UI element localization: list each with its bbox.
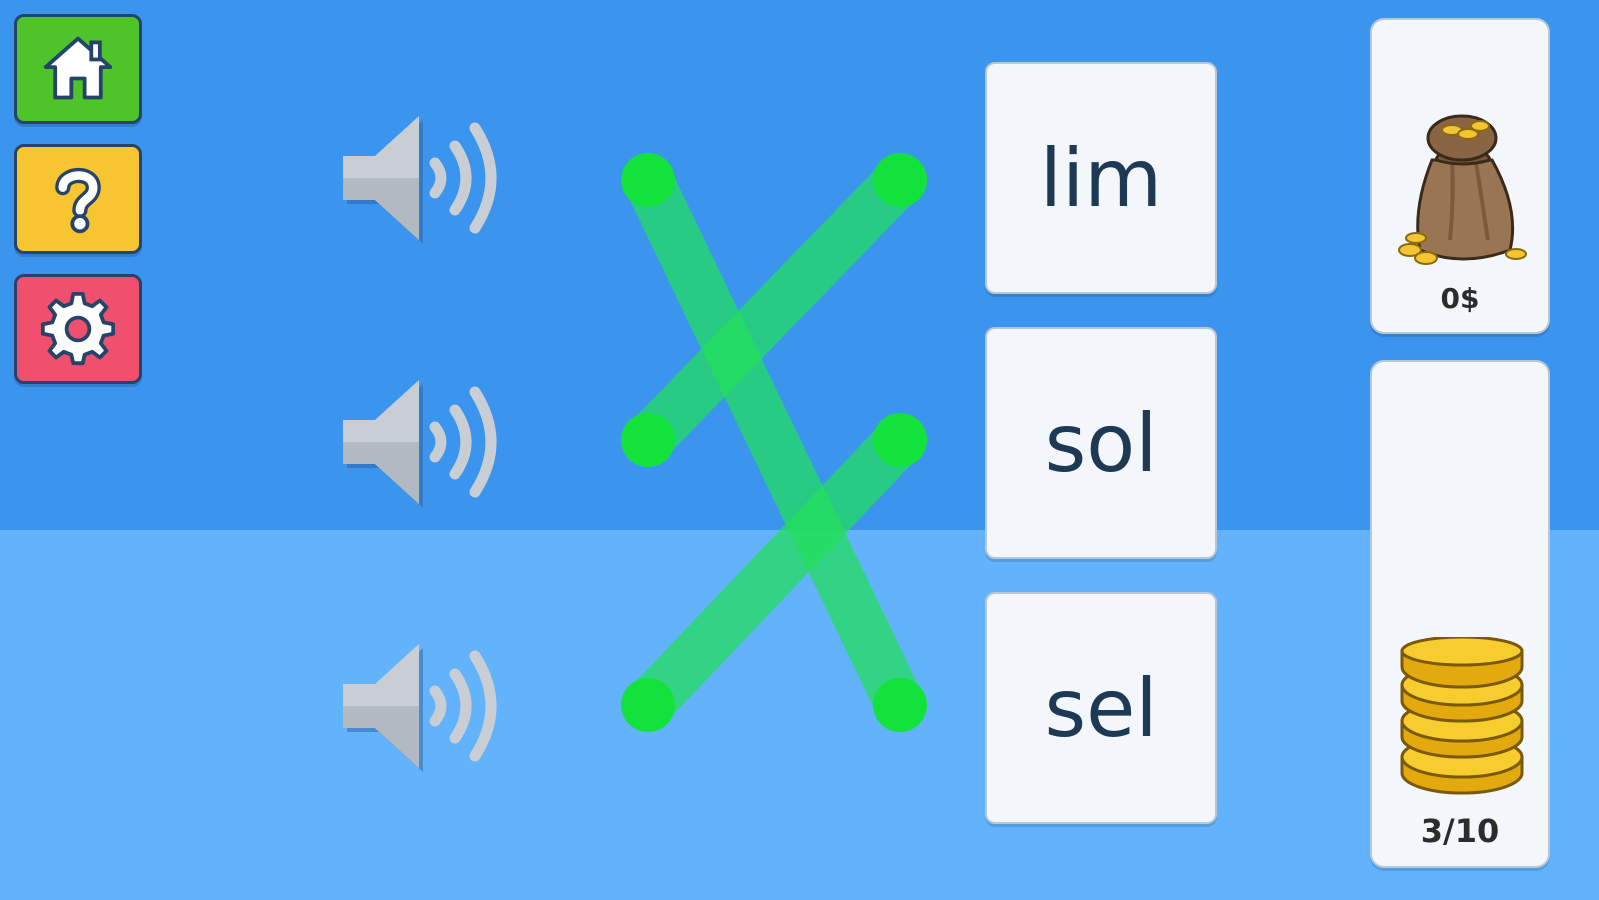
match-line-2	[623, 155, 925, 465]
progress-label: 3/10	[1420, 812, 1500, 850]
home-icon	[43, 36, 113, 100]
connector-dot-left-1[interactable]	[621, 153, 675, 207]
speaker-button-3[interactable]	[335, 636, 505, 776]
question-mark-icon	[55, 167, 101, 234]
word-card-2[interactable]: sol	[985, 327, 1217, 559]
connector-dot-right-2[interactable]	[873, 413, 927, 467]
money-panel: 0$	[1370, 18, 1550, 334]
home-button[interactable]	[14, 14, 142, 124]
word-card-3[interactable]: sel	[985, 592, 1217, 824]
match-line-1	[623, 155, 925, 730]
coin-stack-icon	[1400, 637, 1524, 795]
speaker-button-2[interactable]	[335, 372, 505, 512]
connector-dot-right-3[interactable]	[873, 678, 927, 732]
match-lines	[621, 153, 927, 732]
speaker-icon	[343, 380, 497, 508]
connector-dot-right-1[interactable]	[873, 153, 927, 207]
speaker-icon	[343, 644, 497, 772]
progress-panel: 3/10	[1370, 360, 1550, 868]
connector-dot-left-3[interactable]	[621, 678, 675, 732]
word-card-1[interactable]: lim	[985, 62, 1217, 294]
speaker-icon	[343, 116, 497, 244]
connector-dot-left-2[interactable]	[621, 413, 675, 467]
money-label: 0$	[1440, 282, 1480, 315]
gear-icon	[40, 291, 116, 366]
speaker-button-1[interactable]	[335, 108, 505, 248]
money-bag-icon	[1398, 114, 1527, 265]
help-button[interactable]	[14, 144, 142, 254]
match-line-3	[623, 415, 925, 730]
settings-button[interactable]	[14, 274, 142, 384]
